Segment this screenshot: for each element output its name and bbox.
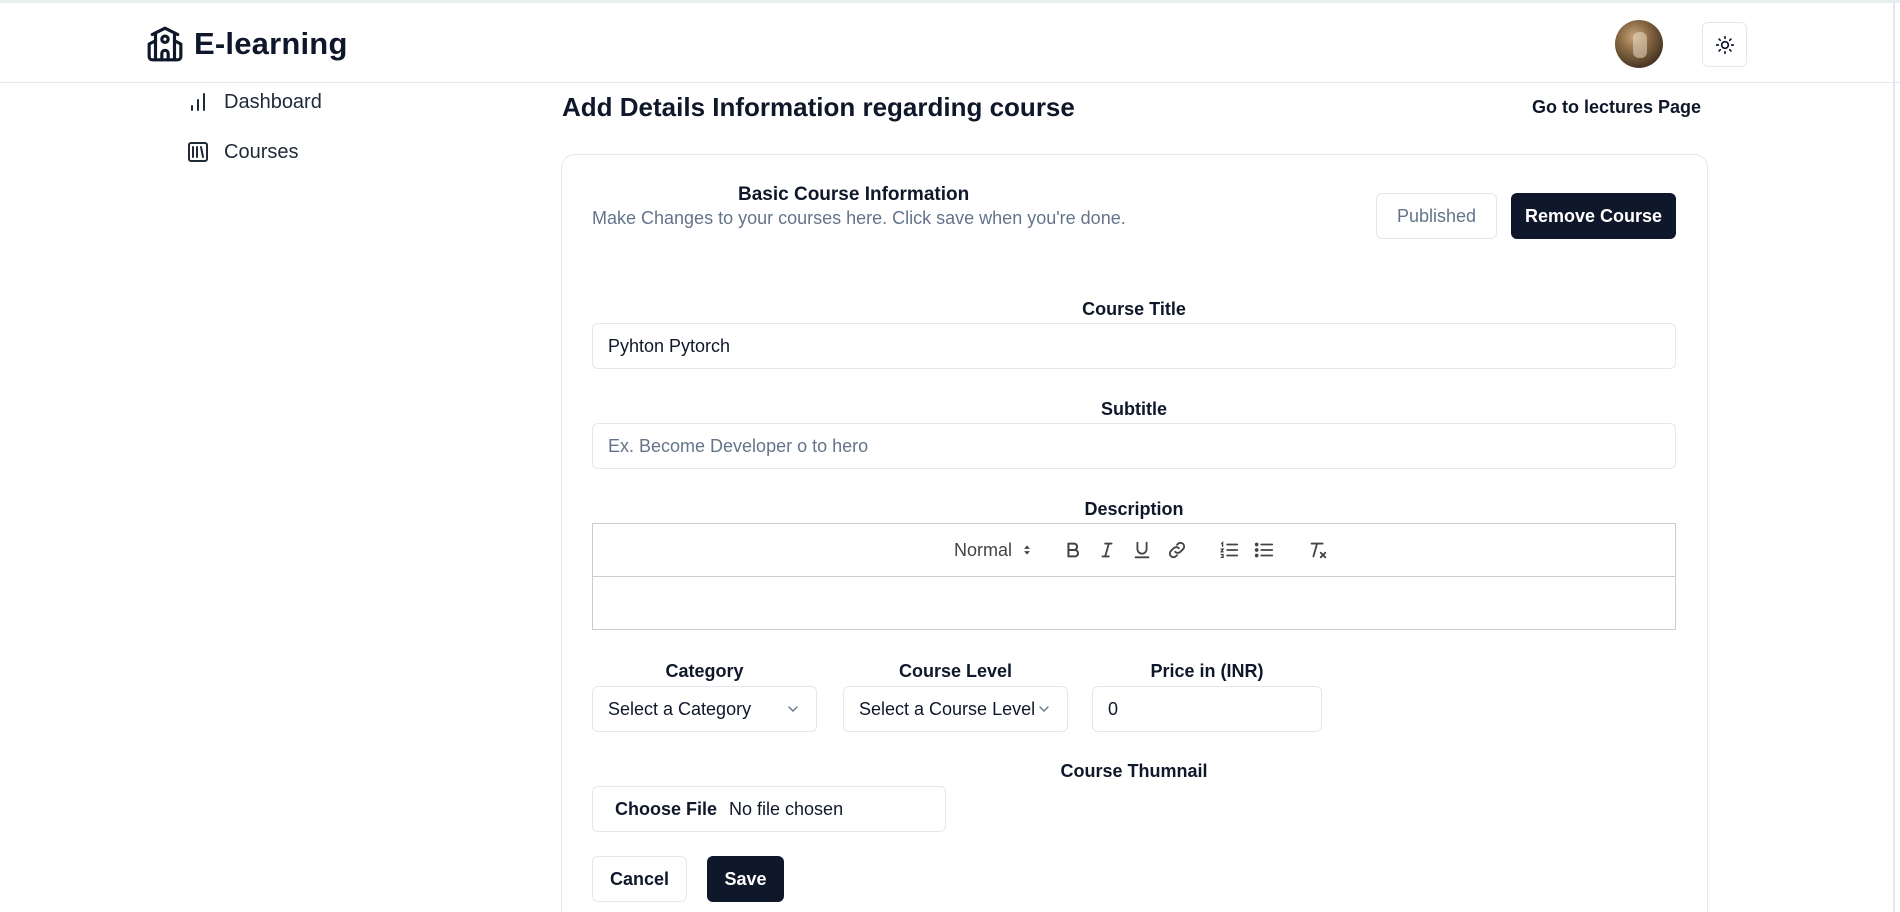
bullet-list-button[interactable] (1250, 536, 1278, 564)
go-to-lectures-link[interactable]: Go to lectures Page (1532, 97, 1701, 118)
bold-button[interactable] (1059, 536, 1087, 564)
bullet-list-icon (1254, 542, 1274, 558)
theme-toggle-button[interactable] (1702, 22, 1747, 67)
bold-icon (1067, 542, 1079, 558)
category-select[interactable]: Select a Category (592, 686, 817, 732)
thumbnail-label: Course Thumnail (1060, 761, 1208, 781)
chevron-down-icon (788, 706, 798, 712)
header-select[interactable]: Normal (949, 536, 1039, 564)
course-title-input[interactable]: Pyhton Pytorch (592, 323, 1676, 369)
scrollbar[interactable] (1893, 3, 1895, 912)
italic-icon (1101, 542, 1113, 558)
link-icon (1168, 541, 1186, 559)
navbar: E-learning (0, 3, 1900, 83)
avatar[interactable] (1615, 20, 1663, 68)
brand-title: E-learning (194, 26, 348, 61)
price-input[interactable]: 0 (1092, 686, 1322, 732)
course-level-select[interactable]: Select a Course Level (843, 686, 1068, 732)
price-label: Price in (INR) (1150, 661, 1264, 681)
chevron-down-icon (1039, 706, 1049, 712)
published-button[interactable]: Published (1376, 193, 1497, 239)
subtitle-label: Subtitle (1101, 399, 1167, 419)
sun-icon (1715, 35, 1734, 54)
editor-toolbar: Normal (593, 524, 1675, 577)
ordered-list-icon (1219, 541, 1239, 559)
link-button[interactable] (1163, 536, 1191, 564)
sidebar-item-label: Courses (224, 140, 299, 163)
card-description: Make Changes to your courses here. Click… (592, 208, 1126, 228)
ordered-list-button[interactable] (1215, 536, 1243, 564)
course-level-label: Course Level (898, 661, 1013, 681)
choose-file-button[interactable]: Choose File (615, 799, 717, 820)
school-icon (147, 26, 183, 62)
course-title-label: Course Title (1082, 299, 1186, 319)
page-title: Add Details Information regarding course (562, 92, 1075, 122)
underline-icon (1134, 541, 1150, 559)
bar-chart-icon (191, 93, 205, 111)
file-status: No file chosen (729, 798, 844, 819)
subtitle-input[interactable]: Ex. Become Developer o to hero (592, 423, 1676, 469)
description-editor: Normal (592, 523, 1676, 630)
thumbnail-file-input[interactable]: Choose File No file chosen (592, 786, 946, 832)
brand[interactable]: E-learning (146, 25, 348, 63)
sidebar: Dashboard Courses (186, 84, 322, 184)
sort-arrows-icon (1024, 545, 1030, 555)
header-select-value: Normal (953, 539, 1012, 560)
category-label: Category (665, 661, 744, 681)
course-level-select-value: Select a Course Level (859, 698, 1036, 719)
cancel-button[interactable]: Cancel (592, 856, 687, 902)
remove-course-button[interactable]: Remove Course (1511, 193, 1676, 239)
italic-button[interactable] (1093, 536, 1121, 564)
underline-button[interactable] (1128, 536, 1156, 564)
save-button[interactable]: Save (707, 856, 784, 902)
clear-format-icon (1310, 542, 1327, 559)
clear-format-button[interactable] (1304, 536, 1332, 564)
category-select-value: Select a Category (608, 698, 752, 719)
sidebar-item-courses[interactable]: Courses (186, 134, 322, 170)
description-label: Description (1084, 499, 1184, 519)
sidebar-item-dashboard[interactable]: Dashboard (186, 84, 322, 120)
sidebar-item-label: Dashboard (224, 90, 322, 113)
library-icon (188, 142, 208, 162)
card-title: Basic Course Information (738, 184, 970, 205)
